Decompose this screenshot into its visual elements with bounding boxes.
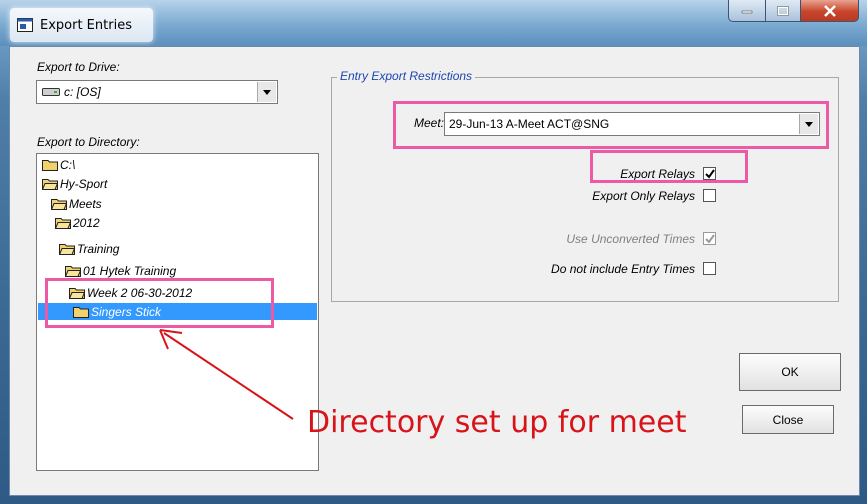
- close-window-button[interactable]: [800, 0, 859, 22]
- open-folder-icon: [51, 198, 67, 210]
- tree-node-label: 2012: [73, 215, 100, 230]
- tree-node-label: Hy-Sport: [60, 176, 108, 191]
- folder-icon: [42, 159, 58, 171]
- tree-node[interactable]: Meets: [51, 195, 102, 212]
- annotation-text: Directory set up for meet: [307, 405, 687, 440]
- no-entry-times-checkbox[interactable]: [703, 262, 716, 275]
- unconverted-times-label: Use Unconverted Times: [566, 232, 695, 246]
- restrictions-group-title: Entry Export Restrictions: [337, 69, 476, 83]
- open-folder-icon: [42, 178, 58, 190]
- meet-highlight-box: [393, 101, 829, 149]
- tree-node[interactable]: 01 Hytek Training: [65, 262, 176, 279]
- directory-label: Export to Directory:: [37, 135, 140, 149]
- drive-dropdown-button[interactable]: [257, 82, 276, 102]
- tree-node-label: 01 Hytek Training: [83, 263, 177, 278]
- tree-node[interactable]: C:\: [42, 156, 75, 173]
- close-button[interactable]: Close: [742, 405, 834, 434]
- export-only-relays-checkbox[interactable]: [703, 189, 716, 202]
- directory-highlight-box: [45, 278, 274, 328]
- close-icon: [823, 4, 836, 17]
- export-only-relays-label: Export Only Relays: [592, 189, 695, 203]
- drive-label: Export to Drive:: [37, 60, 120, 74]
- chevron-down-icon: [263, 89, 271, 95]
- minimize-button[interactable]: [728, 0, 766, 22]
- export-relays-highlight-box: [590, 150, 748, 183]
- drive-value: c: [OS]: [64, 85, 101, 99]
- checkmark-icon: [704, 233, 715, 244]
- open-folder-icon: [55, 217, 71, 229]
- tree-node[interactable]: Training: [59, 240, 119, 257]
- window-title: Export Entries: [40, 18, 132, 33]
- maximize-icon: [777, 5, 789, 16]
- caption-buttons: [728, 0, 859, 22]
- annotation-arrow-icon: [159, 329, 294, 420]
- app-icon: [17, 18, 33, 32]
- open-folder-icon: [65, 265, 81, 277]
- unconverted-times-checkbox: [703, 232, 716, 245]
- tree-node-label: C:\: [60, 157, 76, 172]
- ok-button[interactable]: OK: [739, 353, 841, 391]
- drive-select[interactable]: c: [OS]: [36, 80, 278, 104]
- tree-node-label: Training: [77, 241, 120, 256]
- tree-node[interactable]: 2012: [55, 214, 100, 231]
- no-entry-times-label: Do not include Entry Times: [551, 262, 695, 276]
- tree-node-label: Meets: [69, 196, 102, 211]
- drive-icon: [42, 88, 60, 96]
- maximize-button[interactable]: [765, 0, 801, 22]
- tree-node[interactable]: Hy-Sport: [42, 175, 107, 192]
- open-folder-icon: [59, 243, 75, 255]
- minimize-icon: [741, 10, 753, 13]
